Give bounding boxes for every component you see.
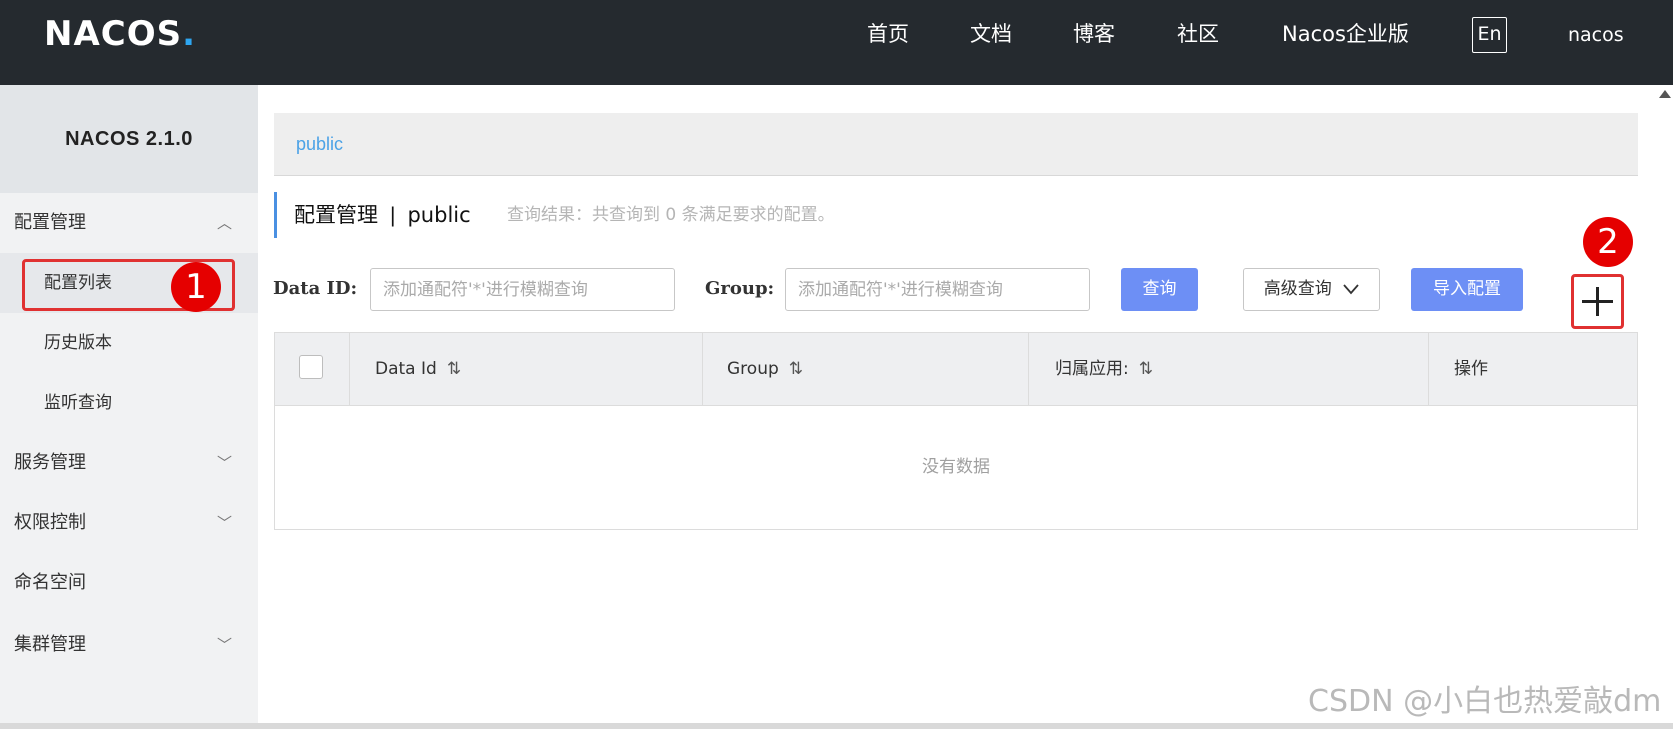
- sidebar: NACOS 2.1.0 配置管理 ︿ 配置列表 历史版本 监听查询 服务管理 ﹀…: [0, 85, 258, 729]
- select-all-cell: [275, 333, 350, 406]
- user-name[interactable]: nacos: [1568, 21, 1624, 49]
- column-label: Group: [727, 359, 779, 379]
- empty-table-text: 没有数据: [922, 457, 990, 477]
- sidebar-group-cluster-label: 集群管理: [14, 634, 86, 655]
- page-header: 配置管理 | public 查询结果：共查询到 0 条满足要求的配置。: [274, 192, 835, 238]
- sidebar-group-config-label: 配置管理: [14, 212, 86, 233]
- nav-enterprise-link[interactable]: Nacos企业版: [1282, 19, 1409, 49]
- annotation-marker-1: 1: [171, 262, 221, 312]
- language-switch-button[interactable]: En: [1472, 17, 1507, 53]
- data-id-label: Data ID:: [273, 278, 358, 299]
- column-header-app[interactable]: 归属应用: ⇅: [1029, 333, 1429, 406]
- namespace-public-link[interactable]: public: [296, 130, 343, 158]
- data-id-input[interactable]: [370, 268, 675, 311]
- group-input[interactable]: [785, 268, 1090, 311]
- page-namespace: public: [407, 203, 471, 227]
- nacos-logo[interactable]: NACOS.: [44, 14, 196, 54]
- sort-icon[interactable]: ⇅: [789, 359, 803, 379]
- advanced-query-button[interactable]: 高级查询: [1243, 268, 1380, 311]
- column-header-data-id[interactable]: Data Id ⇅: [350, 333, 703, 406]
- config-table: Data Id ⇅ Group ⇅ 归属应用: ⇅ 操作 没有数据: [274, 332, 1638, 530]
- nav-docs-link[interactable]: 文档: [970, 19, 1012, 49]
- import-config-button[interactable]: 导入配置: [1411, 268, 1523, 311]
- group-label: Group:: [705, 278, 775, 299]
- chevron-down-icon: ﹀: [216, 454, 232, 472]
- scroll-up-arrow-icon[interactable]: [1659, 90, 1671, 98]
- nav-home-link[interactable]: 首页: [867, 19, 909, 49]
- sort-icon[interactable]: ⇅: [447, 359, 461, 379]
- query-button[interactable]: 查询: [1121, 268, 1198, 311]
- title-separator: |: [390, 204, 396, 227]
- sidebar-version: NACOS 2.1.0: [0, 85, 258, 193]
- logo-text: NACOS: [44, 14, 183, 54]
- sidebar-group-auth-label: 权限控制: [14, 512, 86, 533]
- sidebar-item-label: 监听查询: [44, 393, 112, 413]
- sidebar-item-namespace-label: 命名空间: [14, 572, 86, 593]
- page-title: 配置管理: [294, 203, 378, 227]
- namespace-bar: public: [274, 113, 1638, 176]
- sidebar-item-label: 历史版本: [44, 333, 112, 353]
- column-header-group[interactable]: Group ⇅: [703, 333, 1029, 406]
- table-header: Data Id ⇅ Group ⇅ 归属应用: ⇅ 操作: [275, 333, 1637, 406]
- chevron-down-icon: [1343, 284, 1359, 295]
- column-label: 归属应用:: [1055, 359, 1129, 379]
- chevron-down-icon: ﹀: [216, 636, 232, 654]
- sidebar-item-listener[interactable]: 监听查询: [0, 373, 258, 433]
- top-nav-bar: NACOS. 首页 文档 博客 社区 Nacos企业版 En nacos: [0, 0, 1673, 85]
- logo-dot: .: [182, 14, 197, 54]
- sidebar-group-auth[interactable]: 权限控制 ﹀: [0, 493, 258, 553]
- query-result-text: 查询结果：共查询到 0 条满足要求的配置。: [507, 205, 835, 225]
- nav-blog-link[interactable]: 博客: [1073, 19, 1115, 49]
- nav-community-link[interactable]: 社区: [1177, 19, 1219, 49]
- page-scrollbar[interactable]: [1656, 85, 1673, 729]
- column-label: 操作: [1454, 359, 1488, 379]
- csdn-watermark: CSDN @小白也热爱敲dm: [1308, 684, 1662, 719]
- plus-icon: [1582, 287, 1613, 316]
- sidebar-group-cluster[interactable]: 集群管理 ﹀: [0, 615, 258, 675]
- sort-icon[interactable]: ⇅: [1139, 359, 1153, 379]
- sidebar-item-history[interactable]: 历史版本: [0, 313, 258, 373]
- add-config-button[interactable]: [1571, 274, 1624, 329]
- chevron-down-icon: ﹀: [216, 514, 232, 532]
- bottom-scroll-track: [0, 723, 1673, 729]
- sidebar-item-namespace[interactable]: 命名空间: [0, 553, 258, 613]
- column-label: Data Id: [375, 359, 437, 379]
- sidebar-group-service[interactable]: 服务管理 ﹀: [0, 433, 258, 493]
- column-header-actions: 操作: [1429, 333, 1637, 406]
- sidebar-group-config[interactable]: 配置管理 ︿: [0, 193, 258, 253]
- chevron-up-icon: ︿: [216, 214, 232, 232]
- select-all-checkbox[interactable]: [299, 355, 323, 379]
- annotation-marker-2: 2: [1583, 217, 1633, 267]
- advanced-query-label: 高级查询: [1263, 279, 1332, 299]
- sidebar-group-service-label: 服务管理: [14, 452, 86, 473]
